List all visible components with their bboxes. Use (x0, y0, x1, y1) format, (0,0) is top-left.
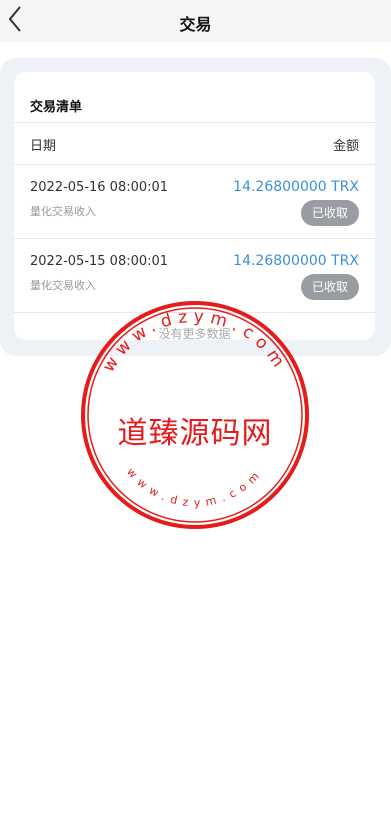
transaction-row[interactable]: 2022-05-16 08:00:01 量化交易收入 14.26800000 T… (14, 165, 375, 238)
status-button[interactable]: 已收取 (301, 200, 359, 226)
transaction-amount: 14.26800000 TRX (233, 179, 359, 195)
status-button[interactable]: 已收取 (301, 274, 359, 300)
watermark-seal: www.dzym.com www.dzym.com 道臻源码网 (80, 300, 310, 530)
svg-text:www.dzym.com: www.dzym.com (99, 307, 292, 376)
transaction-description: 量化交易收入 (30, 205, 96, 218)
svg-text:www.dzym.com: www.dzym.com (124, 465, 266, 509)
seal-top-arc-text: www.dzym.com (99, 307, 286, 376)
page-title: 交易 (179, 15, 212, 34)
seal-bottom-arc-text: www.dzym.com (124, 465, 260, 509)
column-header-date: 日期 (30, 139, 57, 154)
transaction-description: 量化交易收入 (30, 279, 96, 292)
divider (14, 122, 375, 123)
transaction-date: 2022-05-15 08:00:01 (30, 254, 169, 269)
transaction-date: 2022-05-16 08:00:01 (30, 180, 169, 195)
seal-text: 道臻源码网 (117, 416, 273, 451)
top-bar: 交易 (0, 0, 391, 42)
column-header-amount: 金额 (332, 139, 359, 154)
card-title: 交易清单 (30, 100, 83, 115)
transaction-amount: 14.26800000 TRX (233, 253, 359, 269)
